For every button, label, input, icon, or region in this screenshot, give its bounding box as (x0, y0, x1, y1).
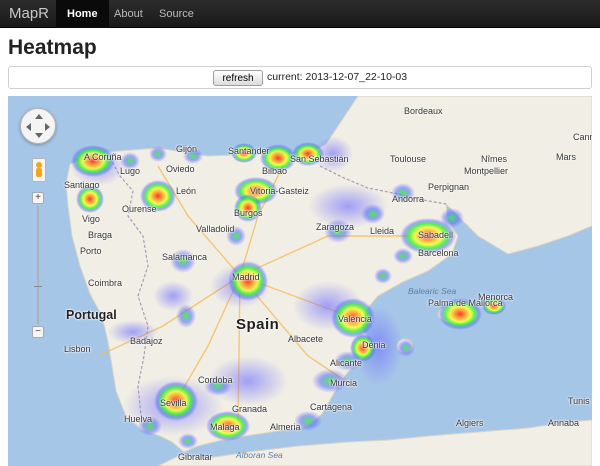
street-view-pegman-icon[interactable] (32, 158, 46, 182)
map-label: Almeria (270, 422, 301, 432)
map-label: A Coruña (84, 152, 122, 162)
map-label: Mars (556, 152, 576, 162)
zoom-in-button[interactable]: + (32, 192, 44, 204)
map-label: Burgos (234, 208, 263, 218)
nav-about[interactable]: About (103, 0, 154, 28)
heatmap-map[interactable]: A Coruña Lugo Gijón Oviedo Santander San… (8, 96, 592, 466)
nav-source[interactable]: Source (148, 0, 205, 28)
map-label: Salamanca (162, 252, 208, 262)
map-label: Algiers (456, 418, 484, 428)
map-label: Alboran Sea (236, 450, 283, 460)
toolbar: refresh current: 2013-12-07_22-10-03 (8, 66, 592, 89)
map-label: Zaragoza (316, 222, 355, 232)
page-title: Heatmap (8, 36, 97, 59)
map-label: Santiago (64, 180, 100, 190)
map-label: Murcia (330, 378, 358, 388)
map-label: Tunis (568, 396, 590, 406)
map-label: Santander (228, 146, 270, 156)
map-label: Bilbao (262, 166, 288, 176)
pegman-body (36, 168, 42, 177)
zoom-out-button[interactable]: − (32, 326, 44, 338)
map-label: Cordoba (198, 375, 233, 385)
map-label: Toulouse (390, 154, 427, 164)
zoom-slider-handle[interactable] (34, 286, 42, 287)
pan-right-icon[interactable] (45, 123, 50, 131)
map-label: Lleida (370, 226, 395, 236)
map-label: Oviedo (166, 164, 195, 174)
map-label: Albacete (288, 334, 324, 344)
map-label: Granada (232, 404, 268, 414)
map-label: Vigo (82, 214, 100, 224)
map-label: Coimbra (88, 278, 123, 288)
map-label: San Sebastián (290, 154, 349, 164)
navbar: MapR Home About Source (0, 0, 600, 28)
map-label: Cannes (573, 132, 592, 142)
map-label: Braga (88, 230, 113, 240)
map-label: Andorra (392, 194, 425, 204)
map-label: Sevilla (160, 398, 187, 408)
nav-home[interactable]: Home (56, 0, 109, 28)
map-label: León (176, 186, 197, 196)
map-label: Barcelona (418, 248, 459, 258)
map-label: Lugo (120, 166, 141, 176)
map-label: Sabadell (418, 230, 454, 240)
map-label: Porto (80, 246, 102, 256)
map-label: Huelva (124, 414, 153, 424)
map-label: Lisbon (64, 344, 91, 354)
zoom-slider-track[interactable] (37, 206, 39, 324)
map-label: Nîmes (481, 154, 508, 164)
map-label: Montpellier (464, 166, 509, 176)
map-label: Annaba (548, 418, 580, 428)
map-label: Portugal (66, 308, 117, 322)
map-label: Madrid (232, 272, 260, 282)
map-label: Balearic Sea (408, 286, 457, 296)
current-timestamp: current: 2013-12-07_22-10-03 (267, 71, 408, 83)
pan-down-icon[interactable] (35, 133, 43, 138)
brand-logo[interactable]: MapR (9, 5, 49, 22)
map-label: Cartagena (310, 402, 353, 412)
map-label: Alicante (330, 358, 363, 368)
map-label: Menorca (478, 292, 514, 302)
map-label: Bordeaux (404, 106, 443, 116)
map-label: Gijón (176, 144, 198, 154)
map-label: Badajoz (130, 336, 163, 346)
map-label: Perpignan (428, 182, 470, 192)
pan-left-icon[interactable] (26, 123, 31, 131)
map-label: Malaga (210, 422, 240, 432)
map-label: Valencia (338, 314, 372, 324)
map-label: Gibraltar (178, 452, 213, 462)
refresh-button[interactable]: refresh (213, 70, 263, 86)
pan-up-icon[interactable] (35, 114, 43, 119)
map-label: Ourense (122, 204, 157, 214)
map-label: Valladolid (196, 224, 235, 234)
pan-control[interactable] (20, 108, 56, 144)
map-label: Dénia (362, 340, 386, 350)
map-label: Spain (236, 316, 280, 333)
map-label: Vitoria-Gasteiz (250, 186, 309, 196)
